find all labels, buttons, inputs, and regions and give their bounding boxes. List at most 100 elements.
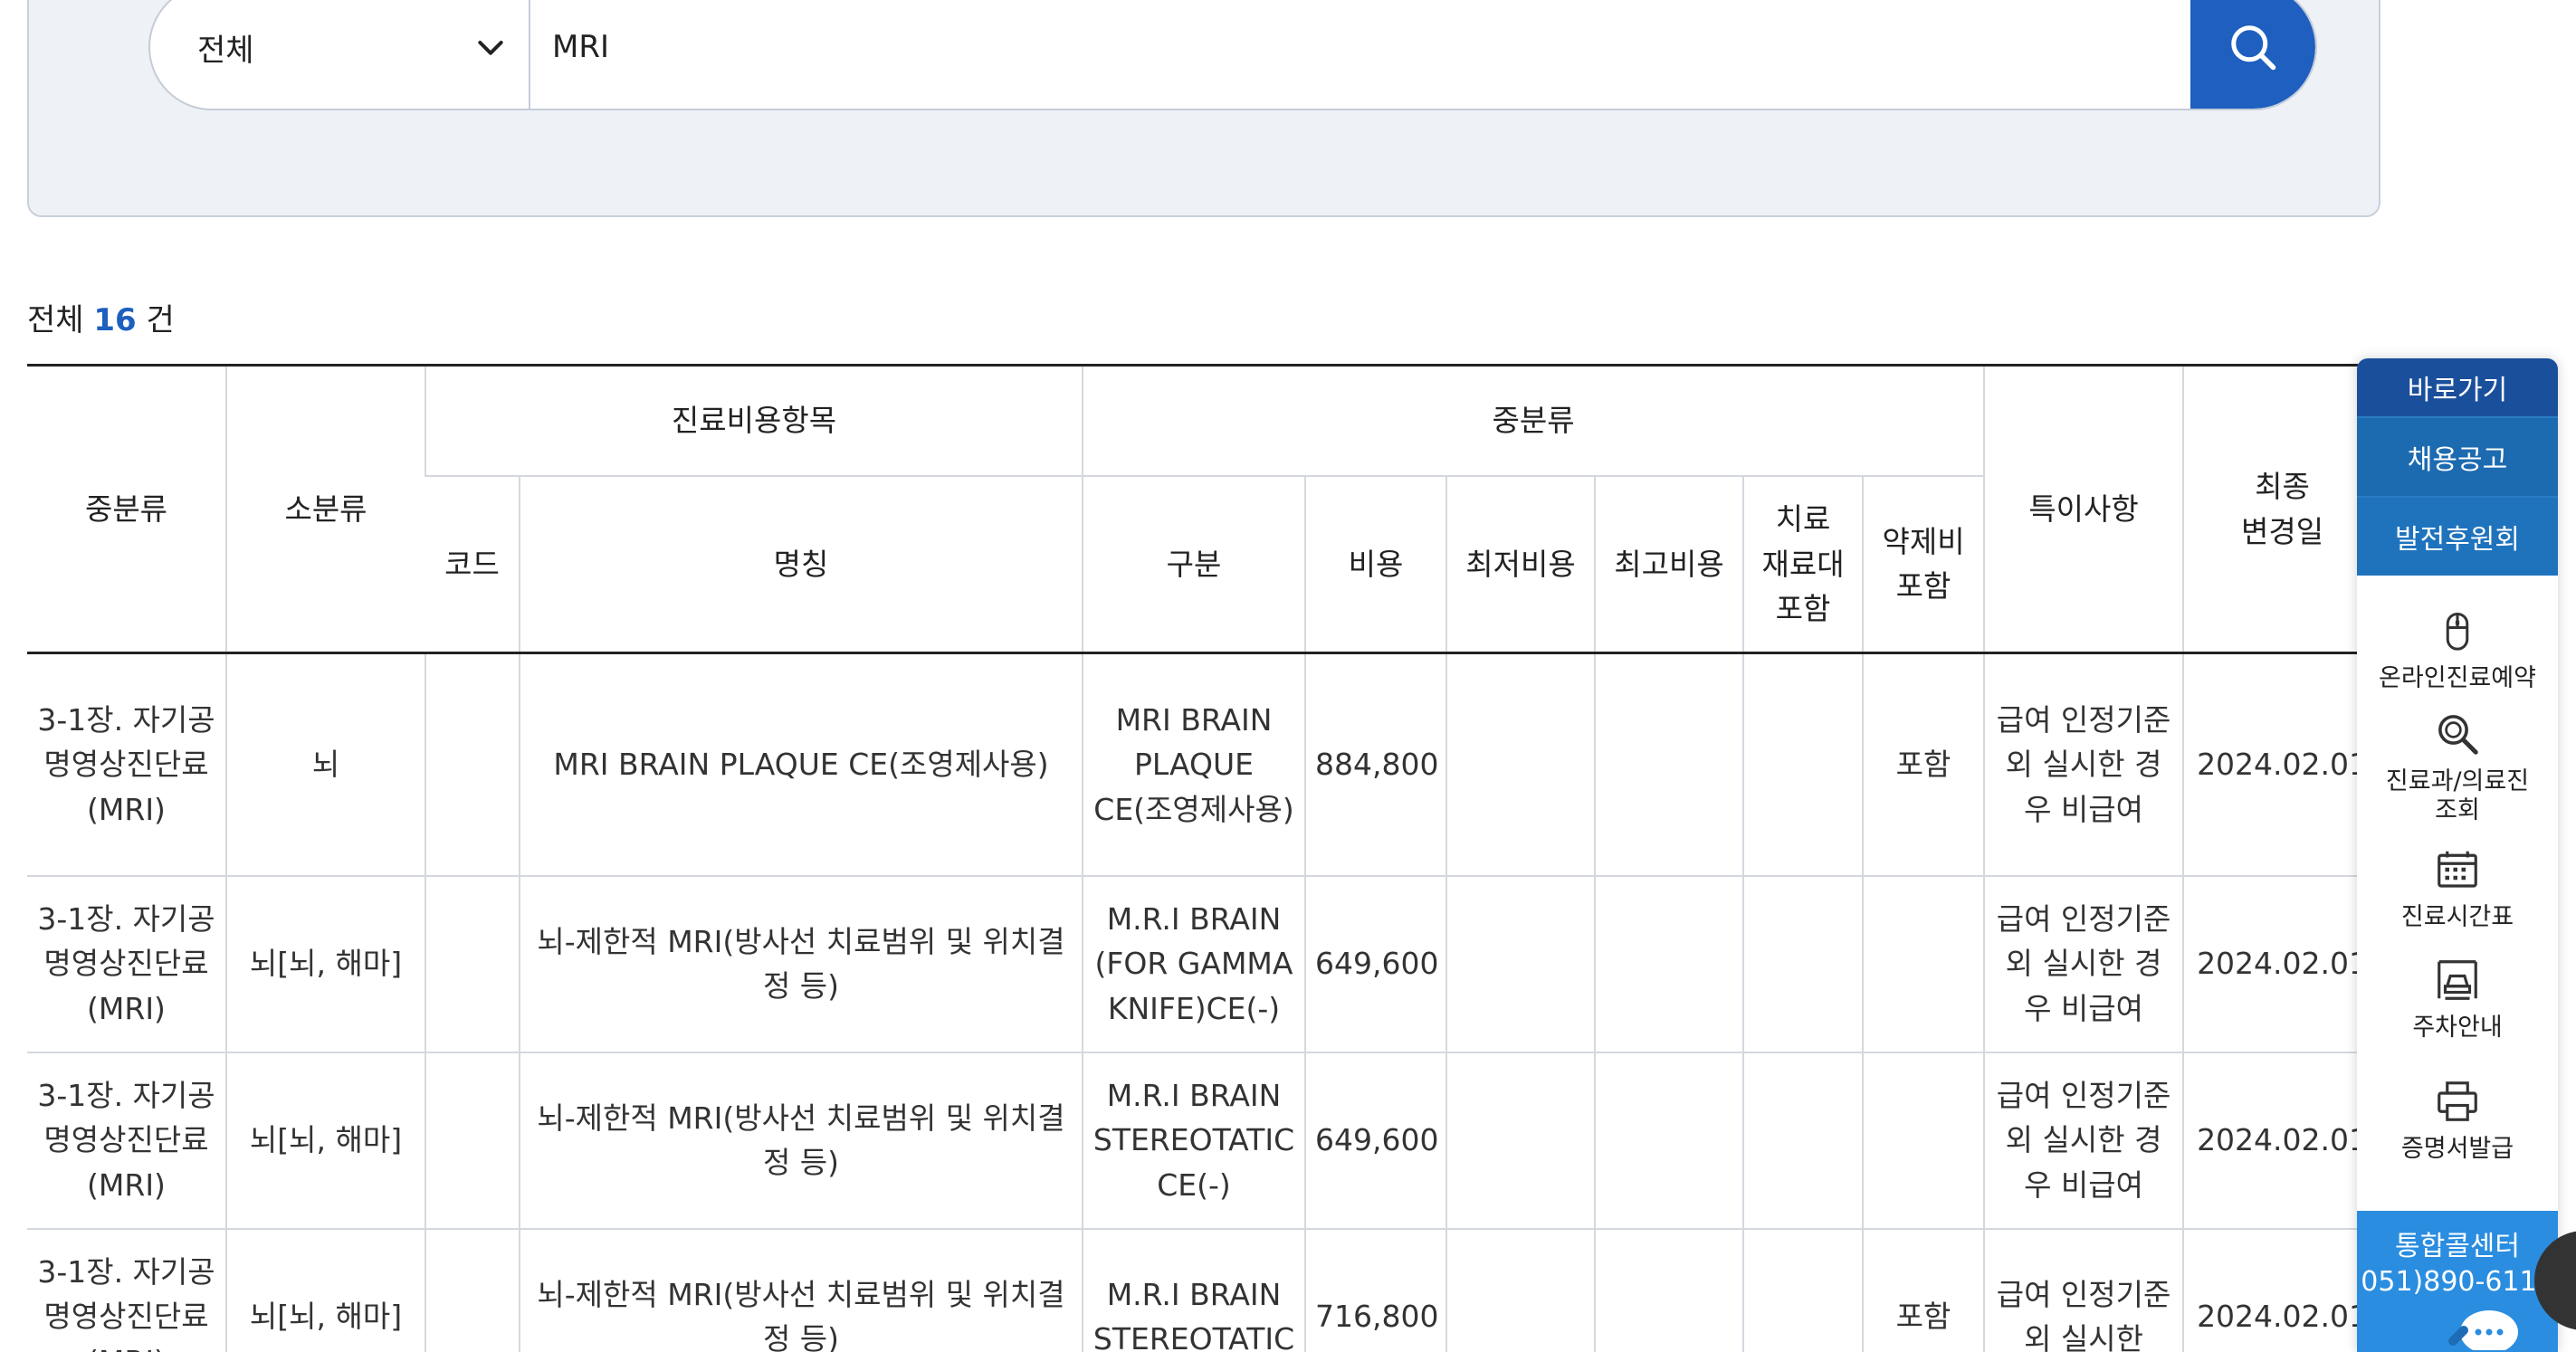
table-row: 3-1장. 자기공명영상진단료(MRI) 뇌[뇌, 해마] 뇌-제한적 MRI(… (27, 875, 2380, 1053)
cell-date: 2024.02.01 (2182, 1052, 2380, 1230)
calendar-icon (2438, 851, 2477, 888)
call-center-number: 051)890-6114 (2361, 1266, 2554, 1298)
header-type: 구분 (1082, 475, 1306, 654)
parking-icon (2438, 960, 2477, 1000)
table-row: 3-1장. 자기공명영상진단료(MRI) 뇌 MRI BRAIN PLAQUE … (27, 652, 2380, 877)
cell-date: 2024.02.01 (2182, 875, 2380, 1053)
cell-max (1594, 875, 1744, 1053)
cell-name: 뇌-제한적 MRI(방사선 치료범위 및 위치결정 등) (518, 1228, 1083, 1352)
cell-cost: 649,600 (1304, 875, 1447, 1053)
quick-menu: 바로가기 채용공고 발전후원회 온라인진료예약 진료과/의료진 조회 진료시간표 (2357, 358, 2558, 1352)
recruit-button[interactable]: 채용공고 (2357, 416, 2558, 496)
search-input[interactable] (534, 0, 2190, 109)
cell-min (1445, 1052, 1596, 1230)
cell-code (425, 652, 520, 877)
header-material: 치료 재료대 포함 (1742, 475, 1864, 654)
quick-item-parking[interactable]: 주차안내 (2357, 939, 2558, 1061)
printer-icon (2438, 1081, 2477, 1121)
quick-item-certificate[interactable]: 증명서발급 (2357, 1061, 2558, 1171)
cell-type: M.R.I BRAIN STEREOTATIC (1082, 1228, 1306, 1352)
quick-item-label: 증명서발급 (2400, 1135, 2514, 1163)
quick-item-label: 진료과/의료진 조회 (2385, 767, 2530, 825)
cell-notes: 급여 인정기준 외 실시한 (1983, 1228, 2184, 1352)
header-max-cost: 최고비용 (1594, 475, 1744, 654)
cell-name: 뇌-제한적 MRI(방사선 치료범위 및 위치결정 등) (518, 875, 1083, 1053)
cell-drug: 포함 (1862, 1228, 1985, 1352)
call-center-button[interactable]: 통합콜센터 051)890-6114 (2357, 1211, 2558, 1352)
cell-mid: 3-1장. 자기공명영상진단료(MRI) (27, 875, 226, 1053)
quick-item-label: 주차안내 (2412, 1014, 2503, 1042)
quick-item-label: 온라인진료예약 (2379, 663, 2536, 692)
cell-date: 2024.02.01 (2182, 652, 2380, 877)
cell-code (425, 875, 520, 1053)
search-bar: 전체 (148, 0, 2317, 110)
cell-type: M.R.I BRAIN STEREOTATIC CE(-) (1082, 1052, 1306, 1230)
chevron-down-icon (478, 41, 503, 55)
table-row: 3-1장. 자기공명영상진단료(MRI) 뇌[뇌, 해마] 뇌-제한적 MRI(… (27, 1228, 2380, 1352)
header-drug: 약제비 포함 (1862, 475, 1985, 654)
result-count: 전체 16 건 (27, 295, 175, 339)
result-count-number: 16 (93, 302, 137, 338)
category-select-value: 전체 (197, 32, 254, 69)
cell-material (1742, 652, 1864, 877)
cell-code (425, 1228, 520, 1352)
table-row: 3-1장. 자기공명영상진단료(MRI) 뇌[뇌, 해마] 뇌-제한적 MRI(… (27, 1052, 2380, 1230)
cell-name: 뇌-제한적 MRI(방사선 치료범위 및 위치결정 등) (518, 1052, 1083, 1230)
header-mid-group: 중분류 (1082, 364, 1985, 477)
cell-drug (1862, 875, 1985, 1053)
header-name: 명칭 (518, 475, 1083, 654)
cell-max (1594, 1228, 1744, 1352)
cell-drug (1862, 1052, 1985, 1230)
chat-icon (2448, 1310, 2518, 1350)
cell-type: MRI BRAIN PLAQUE CE(조영제사용) (1082, 652, 1306, 877)
cell-cost: 884,800 (1304, 652, 1447, 877)
cell-min (1445, 1228, 1596, 1352)
cell-min (1445, 652, 1596, 877)
mouse-icon (2446, 612, 2469, 651)
header-notes: 특이사항 (1983, 364, 2184, 654)
cell-material (1742, 1228, 1864, 1352)
cell-mid: 3-1장. 자기공명영상진단료(MRI) (27, 652, 226, 877)
cell-cost: 716,800 (1304, 1228, 1447, 1352)
header-min-cost: 최저비용 (1445, 475, 1596, 654)
cell-material (1742, 1052, 1864, 1230)
cell-sub: 뇌[뇌, 해마] (225, 875, 425, 1053)
cost-table: 중분류 소분류 진료비용항목 중분류 특이사항 최종 변경일 코드 명칭 구분 … (27, 364, 2380, 1352)
quick-item-doctor-search[interactable]: 진료과/의료진 조회 (2357, 693, 2558, 829)
cell-name: MRI BRAIN PLAQUE CE(조영제사용) (518, 652, 1083, 877)
header-code: 코드 (425, 475, 520, 654)
cell-mid: 3-1장. 자기공명영상진단료(MRI) (27, 1052, 226, 1230)
cell-notes: 급여 인정기준 외 실시한 경우 비급여 (1983, 652, 2184, 877)
cell-sub: 뇌[뇌, 해마] (225, 1052, 425, 1230)
header-sub-category: 소분류 (225, 364, 425, 654)
cell-mid: 3-1장. 자기공명영상진단료(MRI) (27, 1228, 226, 1352)
cell-type: M.R.I BRAIN (FOR GAMMA KNIFE)CE(-) (1082, 875, 1306, 1053)
quick-item-schedule[interactable]: 진료시간표 (2357, 829, 2558, 939)
result-count-suffix: 건 (146, 302, 175, 338)
header-item-group: 진료비용항목 (424, 364, 1083, 477)
cell-code (425, 1052, 520, 1230)
quick-item-label: 진료시간표 (2400, 903, 2514, 931)
header-last-changed: 최종 변경일 (2182, 364, 2380, 654)
cell-sub: 뇌 (225, 652, 425, 877)
search-button[interactable] (2190, 0, 2315, 109)
cell-cost: 649,600 (1304, 1052, 1447, 1230)
quick-item-online-reservation[interactable]: 온라인진료예약 (2357, 576, 2558, 693)
cell-notes: 급여 인정기준 외 실시한 경우 비급여 (1983, 875, 2184, 1053)
header-mid-category: 중분류 (27, 364, 226, 654)
header-cost: 비용 (1304, 475, 1447, 654)
cell-notes: 급여 인정기준 외 실시한 경우 비급여 (1983, 1052, 2184, 1230)
quick-menu-title: 바로가기 (2357, 358, 2558, 416)
cell-max (1594, 1052, 1744, 1230)
category-select[interactable]: 전체 (150, 0, 530, 109)
call-center-label: 통합콜센터 (2395, 1231, 2520, 1262)
cell-material (1742, 875, 1864, 1053)
search-panel: 전체 (27, 0, 2380, 217)
search-icon (2438, 715, 2478, 755)
cell-drug: 포함 (1862, 652, 1985, 877)
cell-sub: 뇌[뇌, 해마] (225, 1228, 425, 1352)
cell-date: 2024.02.01 (2182, 1228, 2380, 1352)
cell-max (1594, 652, 1744, 877)
support-button[interactable]: 발전후원회 (2357, 496, 2558, 576)
search-icon (2231, 25, 2276, 71)
